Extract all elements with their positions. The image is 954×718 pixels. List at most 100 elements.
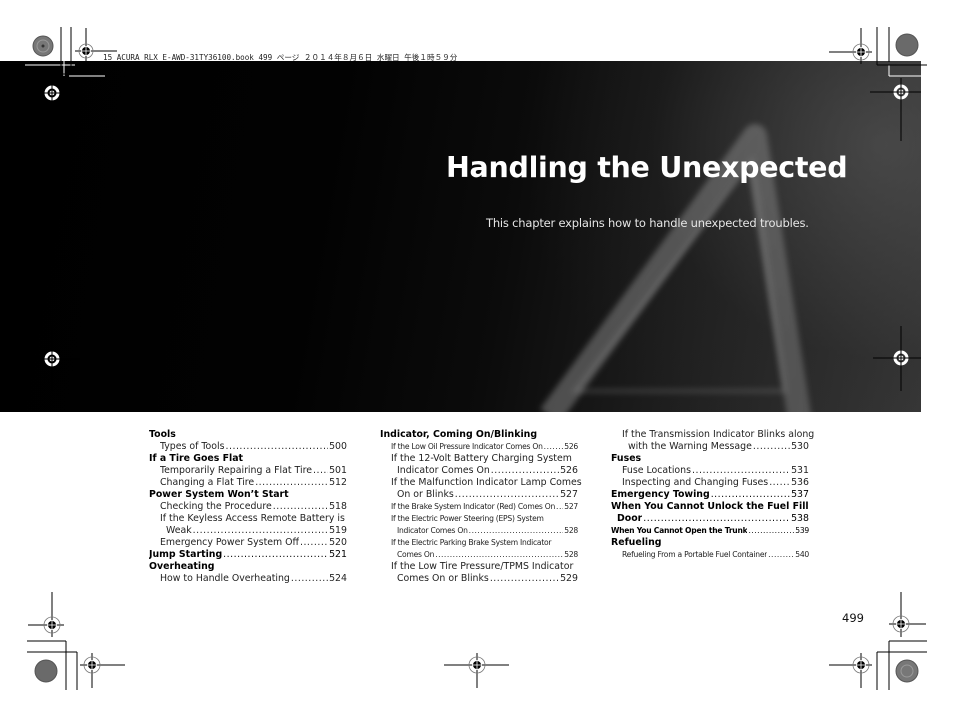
toc-entry-label: Emergency Power System Off (160, 537, 299, 548)
toc-page-number: 536 (791, 477, 809, 488)
toc-leader-dots (769, 477, 790, 489)
toc-leader-dots (435, 549, 563, 561)
toc-section-heading: Power System Won’t Start (149, 489, 347, 501)
registration-mark-icon (829, 28, 872, 64)
toc-column-1: ToolsTypes of Tools 500 If a Tire Goes Fla… (149, 429, 347, 585)
toc-entry-label: Types of Tools (160, 441, 225, 452)
toc-entry-label: If the Low Tire Pressure/TPMS Indicator (391, 561, 574, 572)
toc-entry[interactable]: If the Malfunction Indicator Lamp Comes O… (380, 477, 582, 501)
toc-entry[interactable]: How to Handle Overheating 524 (149, 573, 347, 585)
toc-entry-label-continued: Weak (166, 525, 192, 536)
toc-entry[interactable]: Changing a Flat Tire 512 (149, 477, 347, 489)
toc-page-number: 501 (329, 465, 347, 476)
toc-entry-label: Overheating (149, 561, 215, 572)
toc-entry[interactable]: Checking the Procedure 518 (149, 501, 347, 513)
toc-page-number: 528 (564, 526, 578, 535)
toc-entry-label-continued: Indicator Comes On (397, 526, 468, 535)
toc-entry-label-continued: Comes On or Blinks (397, 573, 489, 584)
toc-leader-dots (226, 441, 329, 453)
toc-section-heading[interactable]: Emergency Towing 537 (611, 489, 809, 501)
toc-entry[interactable]: Refueling From a Portable Fuel Container… (611, 549, 809, 561)
toc-leader-dots (455, 489, 559, 501)
page-number: 499 (842, 611, 864, 625)
toc-leader-dots (643, 513, 790, 525)
toc-page-number: 540 (795, 550, 809, 559)
toc-page-number: 518 (329, 501, 347, 512)
toc-leader-dots (491, 465, 559, 477)
toc-page-number: 529 (560, 573, 578, 584)
toc-leader-dots (255, 477, 328, 489)
toc-column-3: If the Transmission Indicator Blinks alo… (611, 429, 814, 561)
toc-entry-label: If the Electric Power Steering (EPS) Sys… (391, 514, 544, 523)
toc-page-number: 531 (791, 465, 809, 476)
toc-entry-label: Temporarily Repairing a Flat Tire (160, 465, 312, 476)
toc-section-heading: Refueling (611, 537, 809, 549)
toc-page-number: 530 (791, 441, 809, 452)
toc-entry-label: If a Tire Goes Flat (149, 453, 244, 464)
chapter-subtitle: This chapter explains how to handle unex… (486, 216, 809, 230)
toc-section-heading[interactable]: Jump Starting 521 (149, 549, 347, 561)
toc-leader-dots (313, 465, 328, 477)
toc-entry-label: Inspecting and Changing Fuses (622, 477, 769, 488)
toc-page-number: 520 (329, 537, 347, 548)
toc-entry[interactable]: If the 12-Volt Battery Charging System In… (380, 453, 578, 477)
toc-entry-label: Emergency Towing (611, 489, 710, 500)
registration-mark-icon (28, 592, 64, 637)
toc-entry[interactable]: If the Electric Parking Brake System Ind… (380, 537, 578, 561)
registration-mark-icon (889, 592, 926, 637)
toc-entry[interactable]: Fuse Locations 531 (611, 465, 809, 477)
toc-leader-dots (692, 465, 790, 477)
toc-entry[interactable]: If the Keyless Access Remote Battery is W… (149, 513, 347, 537)
toc-entry[interactable]: Temporarily Repairing a Flat Tire 501 (149, 465, 347, 477)
toc-entry-label: If the Malfunction Indicator Lamp Comes (391, 477, 582, 488)
toc-entry-label: If the Transmission Indicator Blinks alo… (622, 429, 815, 440)
toc-entry[interactable]: Emergency Power System Off 520 (149, 537, 347, 549)
color-target-icon (32, 35, 54, 57)
toc-entry-label: Checking the Procedure (160, 501, 272, 512)
toc-section-heading[interactable]: When You Cannot Open the Trunk 539 (611, 525, 809, 537)
toc-entry[interactable]: If the Transmission Indicator Blinks alo… (611, 429, 814, 453)
toc-section-heading: Overheating (149, 561, 347, 573)
toc-page-number: 526 (560, 465, 578, 476)
toc-section-heading: Indicator, Coming On/Blinking (380, 429, 578, 441)
toc-entry[interactable]: Inspecting and Changing Fuses 536 (611, 477, 809, 489)
toc-entry-label: Fuse Locations (622, 465, 691, 476)
toc-leader-dots (193, 525, 328, 537)
toc-entry-label-continued: On or Blinks (397, 489, 454, 500)
toc-page-number: 524 (329, 573, 347, 584)
toc-entry-label-continued: Comes On (397, 550, 435, 559)
toc-entry-label: When You Cannot Open the Trunk (611, 526, 748, 535)
toc-page-number: 500 (329, 441, 347, 452)
toc-page-number: 527 (560, 489, 578, 500)
toc-entry-label: If the 12-Volt Battery Charging System (391, 453, 572, 464)
toc-entry-label: If the Low Oil Pressure Indicator Comes … (391, 442, 543, 451)
toc-section-heading: If a Tire Goes Flat (149, 453, 347, 465)
toc-entry-label: Refueling (611, 537, 662, 548)
toc-entry-label: Power System Won’t Start (149, 489, 289, 500)
toc-leader-dots (490, 573, 559, 585)
toc-entry-label: If the Electric Parking Brake System Ind… (391, 538, 552, 547)
toc-entry[interactable]: If the Brake System Indicator (Red) Come… (380, 501, 578, 513)
toc-page-number: 512 (329, 477, 347, 488)
color-target-icon (895, 33, 919, 57)
toc-page-number: 538 (791, 513, 809, 524)
toc-page-number: 521 (329, 549, 347, 560)
toc-entry-label: How to Handle Overheating (160, 573, 290, 584)
chapter-banner: Handling the Unexpected This chapter exp… (0, 61, 921, 412)
registration-mark-icon (80, 653, 125, 688)
toc-leader-dots (273, 501, 328, 513)
toc-entry-label: Jump Starting (149, 549, 223, 560)
toc-entry[interactable]: Types of Tools 500 (149, 441, 347, 453)
color-target-icon (34, 659, 58, 683)
toc-entry[interactable]: If the Low Oil Pressure Indicator Comes … (380, 441, 578, 453)
toc-entry[interactable]: If the Low Tire Pressure/TPMS Indicator C… (380, 561, 578, 585)
toc-leader-dots (753, 441, 790, 453)
toc-section-heading[interactable]: When You Cannot Unlock the Fuel Fill Door… (611, 501, 809, 525)
color-target-icon (895, 659, 919, 683)
chapter-title: Handling the Unexpected (446, 151, 848, 184)
toc-leader-dots (748, 525, 794, 537)
toc-entry-label: When You Cannot Unlock the Fuel Fill (611, 501, 809, 512)
toc-entry[interactable]: If the Electric Power Steering (EPS) Sys… (380, 513, 578, 537)
toc-entry-label-continued: with the Warning Message (628, 441, 752, 452)
registration-mark-icon (444, 653, 509, 688)
